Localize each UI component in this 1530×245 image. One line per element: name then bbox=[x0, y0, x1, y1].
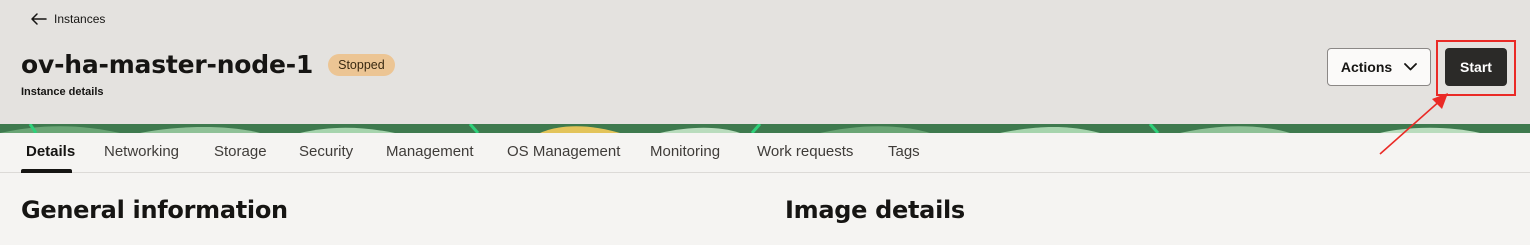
tab-os-management[interactable]: OS Management bbox=[507, 133, 620, 171]
actions-button-label: Actions bbox=[1340, 59, 1393, 75]
actions-menu-button[interactable]: Actions bbox=[1327, 48, 1431, 86]
general-information-heading: General information bbox=[21, 196, 288, 224]
arrow-left-icon bbox=[31, 13, 47, 25]
annotation-highlight-box bbox=[1436, 40, 1516, 96]
breadcrumb-back-link[interactable]: Instances bbox=[30, 10, 105, 28]
breadcrumb-label: Instances bbox=[54, 12, 106, 26]
tab-security[interactable]: Security bbox=[299, 133, 353, 171]
decorative-banner bbox=[0, 124, 1530, 133]
tab-management[interactable]: Management bbox=[386, 133, 474, 171]
tab-storage[interactable]: Storage bbox=[214, 133, 267, 171]
title-row: ov-ha-master-node-1 Stopped bbox=[21, 48, 395, 82]
chevron-down-icon bbox=[1404, 63, 1418, 71]
active-tab-indicator bbox=[21, 169, 72, 173]
tab-work-requests[interactable]: Work requests bbox=[757, 133, 853, 171]
tab-tags[interactable]: Tags bbox=[888, 133, 920, 171]
page-header: Instances ov-ha-master-node-1 Stopped In… bbox=[0, 0, 1530, 124]
tab-details[interactable]: Details bbox=[26, 133, 75, 171]
status-badge: Stopped bbox=[328, 54, 395, 76]
page-subtitle: Instance details bbox=[21, 86, 104, 98]
banner-pattern-graphic bbox=[0, 124, 1530, 133]
tab-networking[interactable]: Networking bbox=[104, 133, 179, 171]
page-title: ov-ha-master-node-1 bbox=[21, 50, 314, 79]
tab-bar: Details Networking Storage Security Mana… bbox=[0, 133, 1530, 173]
tab-monitoring[interactable]: Monitoring bbox=[650, 133, 720, 171]
image-details-heading: Image details bbox=[785, 196, 965, 224]
